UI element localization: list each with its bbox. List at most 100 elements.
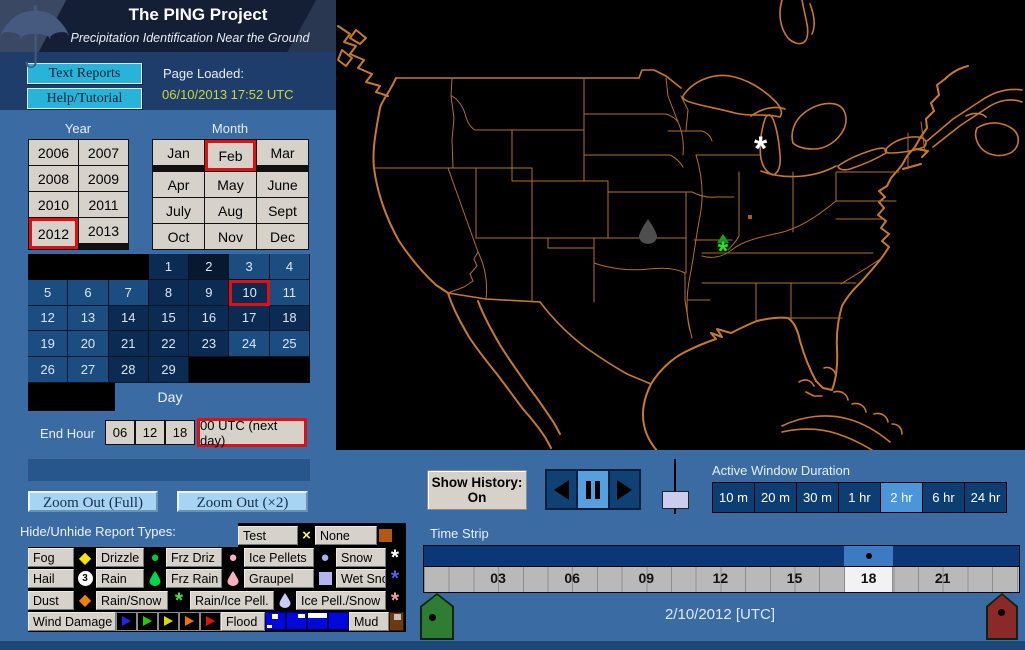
day-cell-5[interactable]: 5 [28,279,69,306]
duration-20m-button[interactable]: 20 m [755,483,797,512]
report-type-drizzle-button[interactable]: Drizzle [96,548,144,568]
report-type-ice-pellets-button[interactable]: Ice Pellets [244,548,314,568]
show-history-toggle[interactable]: Show History: On [427,470,527,510]
report-type-flood-button[interactable]: Flood [221,611,265,631]
day-cell-17[interactable]: 17 [229,305,270,332]
speed-slider-handle[interactable] [662,491,689,509]
drop-icon[interactable] [222,569,244,588]
day-cell-19[interactable]: 19 [28,331,69,358]
flood-d-icon[interactable] [328,612,349,631]
cross-icon[interactable]: × [298,526,315,545]
end-hour-00utc-button[interactable]: 00 UTC (next day) [197,418,307,448]
asterisk-icon[interactable]: * [386,567,404,590]
month-cell-dec[interactable]: Dec [257,224,308,249]
snow-report-marker[interactable]: * [754,130,767,168]
month-cell-oct[interactable]: Oct [153,224,204,249]
day-cell-7[interactable]: 7 [108,279,149,306]
small-report-dot[interactable] [748,215,752,219]
day-cell-21[interactable]: 21 [108,331,149,358]
report-type-frz-driz-button[interactable]: Frz Driz [166,548,222,568]
year-cell-2013[interactable]: 2013 [79,218,128,243]
day-cell-25[interactable]: 25 [269,331,311,358]
report-type-mud-button[interactable]: Mud [349,611,389,631]
year-cell-2012[interactable]: 2012 [29,218,78,249]
duration-10m-button[interactable]: 10 m [713,483,755,512]
pause-button[interactable] [578,471,608,508]
day-cell-20[interactable]: 20 [68,331,109,358]
report-type-fog-button[interactable]: Fog [28,548,74,568]
day-cell-24[interactable]: 24 [229,331,270,358]
day-cell-11[interactable]: 11 [269,279,311,306]
day-cell-9[interactable]: 9 [189,279,230,306]
day-cell-15[interactable]: 15 [148,305,190,332]
us-precipitation-map[interactable]: * * [336,0,1025,450]
day-cell-18[interactable]: 18 [269,305,311,332]
circle-icon[interactable]: ● [144,548,166,567]
diamond-icon[interactable]: ◆ [74,548,96,567]
duration-2hr-button[interactable]: 2 hr [881,483,923,512]
drop-icon[interactable] [144,569,166,588]
report-type-graupel-button[interactable]: Graupel [244,569,314,589]
report-type-test-button[interactable]: Test [238,525,298,545]
year-cell-2006[interactable]: 2006 [29,140,78,165]
month-cell-june[interactable]: June [257,172,308,197]
month-cell-aug[interactable]: Aug [205,198,256,223]
month-cell-apr[interactable]: Apr [153,172,204,197]
report-type-ice-pell-snow-button[interactable]: Ice Pell./Snow [296,590,386,610]
day-cell-27[interactable]: 27 [68,357,109,383]
triangle-icon[interactable] [137,611,158,631]
report-type-wet-snow-button[interactable]: Wet Snow [336,569,386,589]
day-cell-23[interactable]: 23 [189,331,230,358]
square-icon[interactable] [314,569,336,588]
report-type-rain-ice-pell--button[interactable]: Rain/Ice Pell. [190,590,274,610]
month-cell-mar[interactable]: Mar [257,140,308,165]
day-cell-22[interactable]: 22 [148,331,190,358]
flood-b-icon[interactable] [286,612,307,631]
range-start-marker[interactable] [420,593,454,640]
year-cell-2008[interactable]: 2008 [29,166,78,191]
end-hour-18-button[interactable]: 18 [165,420,195,445]
day-cell-4[interactable]: 4 [269,254,311,280]
report-type-wind-damage-button[interactable]: Wind Damage [28,611,116,631]
step-back-button[interactable] [547,471,577,508]
day-cell-2[interactable]: 2 [189,254,230,280]
triangle-icon[interactable] [179,611,200,631]
report-type-rain-button[interactable]: Rain [96,569,144,589]
triangle-icon[interactable] [158,611,179,631]
circle-icon[interactable]: ● [314,548,336,567]
triangle-icon[interactable] [200,611,221,631]
triangle-icon[interactable] [116,611,137,631]
year-cell-2010[interactable]: 2010 [29,192,78,217]
zoom-out-full-button[interactable]: Zoom Out (Full) [28,491,158,512]
asterisk-icon[interactable]: * [168,589,190,612]
day-cell-14[interactable]: 14 [108,305,149,332]
circle3-icon[interactable]: 3 [74,569,96,588]
month-cell-jan[interactable]: Jan [153,140,204,165]
year-cell-2007[interactable]: 2007 [79,140,128,165]
month-cell-nov[interactable]: Nov [205,224,256,249]
end-hour-06-button[interactable]: 06 [105,420,135,445]
day-cell-3[interactable]: 3 [229,254,270,280]
mud-icon[interactable] [389,611,404,631]
rain-ice-pellets-report-marker[interactable]: * [717,234,729,266]
report-type-rain-snow-button[interactable]: Rain/Snow [96,590,168,610]
month-cell-sept[interactable]: Sept [257,198,308,223]
report-type-frz-rain-button[interactable]: Frz Rain [166,569,222,589]
report-type-hail-button[interactable]: Hail [28,569,74,589]
day-cell-10[interactable]: 10 [229,279,270,306]
zoom-out-x2-button[interactable]: Zoom Out (×2) [177,491,308,512]
month-cell-feb[interactable]: Feb [205,140,256,171]
day-cell-6[interactable]: 6 [68,279,109,306]
circle-icon[interactable]: ● [222,548,244,567]
asterisk-icon[interactable]: * [386,589,404,612]
day-cell-1[interactable]: 1 [148,254,190,280]
day-cell-16[interactable]: 16 [189,305,230,332]
diamond-icon[interactable]: ◆ [74,591,96,610]
day-cell-26[interactable]: 26 [28,357,69,383]
drop-icon[interactable] [274,591,296,610]
month-cell-july[interactable]: July [153,198,204,223]
duration-24hr-button[interactable]: 24 hr [965,483,1006,512]
month-cell-may[interactable]: May [205,172,256,197]
square-icon[interactable] [377,526,394,545]
flood-c-icon[interactable] [307,612,328,631]
